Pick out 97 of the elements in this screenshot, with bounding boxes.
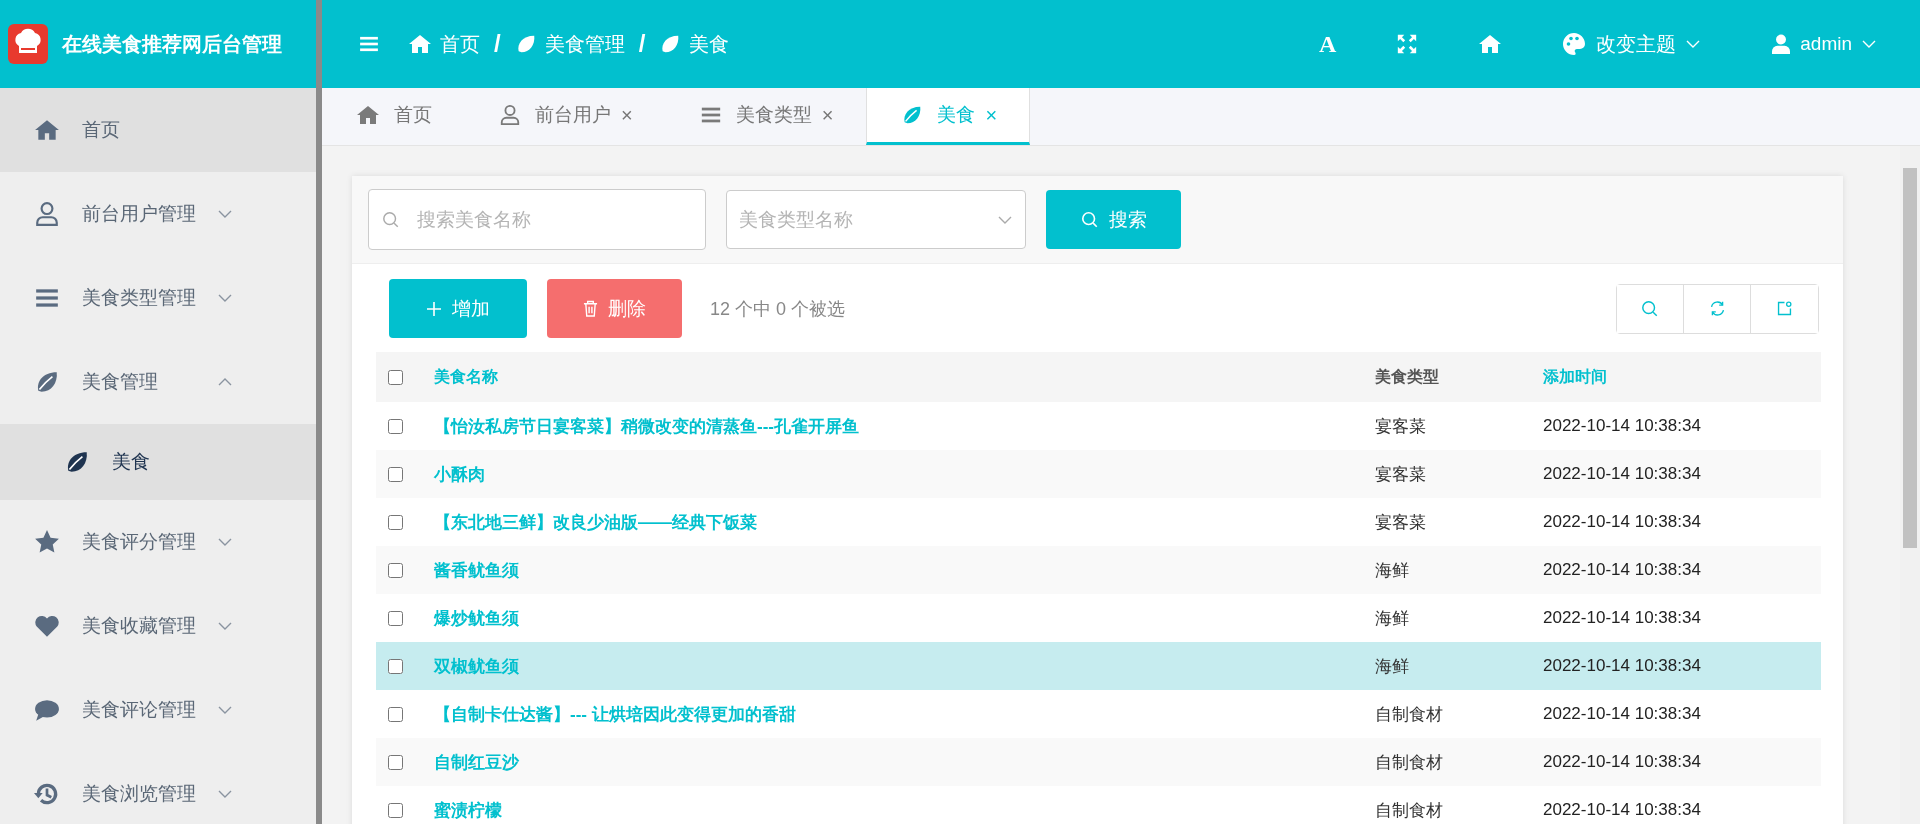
- food-name-link[interactable]: 小酥肉: [434, 464, 485, 484]
- row-checkbox[interactable]: [388, 658, 403, 674]
- heart-icon: [34, 613, 60, 639]
- theme-menu[interactable]: 改变主题: [1562, 30, 1701, 58]
- close-button[interactable]: ×: [621, 103, 633, 127]
- trash-icon: [583, 300, 598, 317]
- column-header: 美食类型: [1375, 366, 1440, 387]
- breadcrumb-link[interactable]: 首页: [440, 30, 480, 58]
- row-checkbox[interactable]: [388, 466, 403, 482]
- menu-item[interactable]: 美食管理: [0, 340, 316, 424]
- table-cell: 宴客菜: [1375, 512, 1426, 532]
- menu-item[interactable]: 美食评分管理: [0, 500, 316, 584]
- user-icon: [34, 201, 60, 227]
- row-checkbox[interactable]: [388, 706, 403, 722]
- table-row[interactable]: 蜜渍柠檬 自制食材 2022-10-14 10:38:34: [376, 786, 1821, 824]
- add-button[interactable]: 增加: [389, 279, 527, 338]
- row-checkbox[interactable]: [388, 610, 403, 626]
- plus-icon: [426, 300, 442, 317]
- table-cell: 2022-10-14 10:38:34: [1543, 752, 1701, 771]
- table-cell: 海鲜: [1375, 656, 1409, 676]
- table-cell: 2022-10-14 10:38:34: [1543, 416, 1701, 435]
- food-name-link[interactable]: 【东北地三鲜】改良少油版——经典下饭菜: [434, 512, 757, 532]
- menu-item[interactable]: 前台用户管理: [0, 172, 316, 256]
- table-cell: 2022-10-14 10:38:34: [1543, 704, 1701, 723]
- comment-icon: [34, 697, 60, 723]
- history-icon: [34, 781, 60, 807]
- table-cell: 自制食材: [1375, 800, 1443, 820]
- food-name-link[interactable]: 【怡汝私房节日宴客菜】稍微改变的清蒸鱼---孔雀开屏鱼: [434, 416, 859, 436]
- table-cell: 自制食材: [1375, 704, 1443, 724]
- menu-item[interactable]: 美食类型管理: [0, 256, 316, 340]
- star-icon: [34, 529, 60, 555]
- search-button[interactable]: 搜索: [1046, 190, 1181, 249]
- table-cell: 2022-10-14 10:38:34: [1543, 656, 1701, 675]
- menu-item[interactable]: 美食收藏管理: [0, 584, 316, 668]
- table-row[interactable]: 【怡汝私房节日宴客菜】稍微改变的清蒸鱼---孔雀开屏鱼 宴客菜 2022-10-14 10:38:34: [376, 402, 1821, 450]
- search-icon: [1080, 210, 1099, 229]
- table-cell: 自制食材: [1375, 752, 1443, 772]
- submenu-item[interactable]: 美食: [0, 424, 316, 500]
- table-cell: 2022-10-14 10:38:34: [1543, 512, 1701, 531]
- table-cell: 2022-10-14 10:38:34: [1543, 800, 1701, 819]
- chevron-down-icon: [1862, 40, 1876, 48]
- menu-item[interactable]: 首页: [0, 88, 316, 172]
- menu-item[interactable]: 美食浏览管理: [0, 752, 316, 824]
- close-button[interactable]: ×: [821, 103, 834, 127]
- type-select[interactable]: 美食类型名称: [726, 190, 1026, 249]
- refresh-icon: [1708, 300, 1726, 317]
- table-row[interactable]: 自制红豆沙 自制食材 2022-10-14 10:38:34: [376, 738, 1821, 786]
- table-row[interactable]: 小酥肉 宴客菜 2022-10-14 10:38:34: [376, 450, 1821, 498]
- chevron-down-icon: [1686, 40, 1701, 48]
- table-cell: 2022-10-14 10:38:34: [1543, 560, 1701, 579]
- tab[interactable]: 美食类型 ×: [665, 88, 867, 145]
- home-icon: [408, 34, 432, 54]
- table-cell: 宴客菜: [1375, 464, 1426, 484]
- food-name-link[interactable]: 蜜渍柠檬: [434, 800, 502, 820]
- table-row[interactable]: 酱香鱿鱼须 海鲜 2022-10-14 10:38:34: [376, 546, 1821, 594]
- table-row[interactable]: 【东北地三鲜】改良少油版——经典下饭菜 宴客菜 2022-10-14 10:38:34: [376, 498, 1821, 546]
- select-all-checkbox[interactable]: [388, 369, 403, 385]
- row-checkbox[interactable]: [388, 562, 403, 578]
- app-title: 在线美食推荐网后台管理: [62, 31, 282, 57]
- table-cell: 海鲜: [1375, 608, 1409, 628]
- table-row[interactable]: 双椒鱿鱼须 海鲜 2022-10-14 10:38:34: [376, 642, 1821, 690]
- food-name-link[interactable]: 爆炒鱿鱼须: [434, 608, 519, 628]
- selection-count: 12 个中 0 个被选: [710, 297, 846, 321]
- row-checkbox[interactable]: [388, 802, 403, 818]
- row-checkbox[interactable]: [388, 754, 403, 770]
- tab[interactable]: 前台用户 ×: [465, 88, 666, 145]
- table-cell: 海鲜: [1375, 560, 1409, 580]
- row-checkbox[interactable]: [388, 418, 403, 434]
- food-name-link[interactable]: 【自制卡仕达酱】--- 让烘培因此变得更加的香甜: [434, 704, 796, 724]
- breadcrumb-link[interactable]: 美食: [689, 30, 730, 58]
- chevron-down-icon: [998, 215, 1012, 224]
- search-icon: [1641, 299, 1659, 318]
- export-icon: [1776, 300, 1793, 317]
- logo-icon: [8, 24, 48, 64]
- breadcrumb-separator: /: [494, 30, 501, 58]
- food-name-link[interactable]: 自制红豆沙: [434, 752, 519, 772]
- table-cell: 宴客菜: [1375, 416, 1426, 436]
- tab[interactable]: 美食 ×: [866, 88, 1031, 145]
- table-cell: 2022-10-14 10:38:34: [1543, 608, 1701, 627]
- user-icon: [499, 104, 521, 126]
- menu-item[interactable]: 美食评论管理: [0, 668, 316, 752]
- table-cell: 2022-10-14 10:38:34: [1543, 464, 1701, 483]
- home-icon: [356, 105, 380, 125]
- breadcrumb-link[interactable]: 美食管理: [544, 30, 625, 58]
- food-name-link[interactable]: 酱香鱿鱼须: [434, 560, 519, 580]
- breadcrumb-separator: /: [638, 30, 646, 58]
- delete-button[interactable]: 删除: [547, 279, 682, 338]
- user-icon: [1772, 34, 1791, 54]
- user-menu[interactable]: admin: [1772, 33, 1876, 55]
- palette-icon: [1562, 32, 1587, 56]
- search-field[interactable]: 搜索美食名称: [368, 189, 706, 250]
- table-row[interactable]: 【自制卡仕达酱】--- 让烘培因此变得更加的香甜 自制食材 2022-10-14 10:38:34: [376, 690, 1821, 738]
- tab[interactable]: 首页: [322, 88, 465, 145]
- table-row[interactable]: 爆炒鱿鱼须 海鲜 2022-10-14 10:38:34: [376, 594, 1821, 642]
- row-checkbox[interactable]: [388, 514, 403, 530]
- font-size-button[interactable]: A: [1318, 30, 1337, 58]
- close-button[interactable]: ×: [985, 103, 998, 127]
